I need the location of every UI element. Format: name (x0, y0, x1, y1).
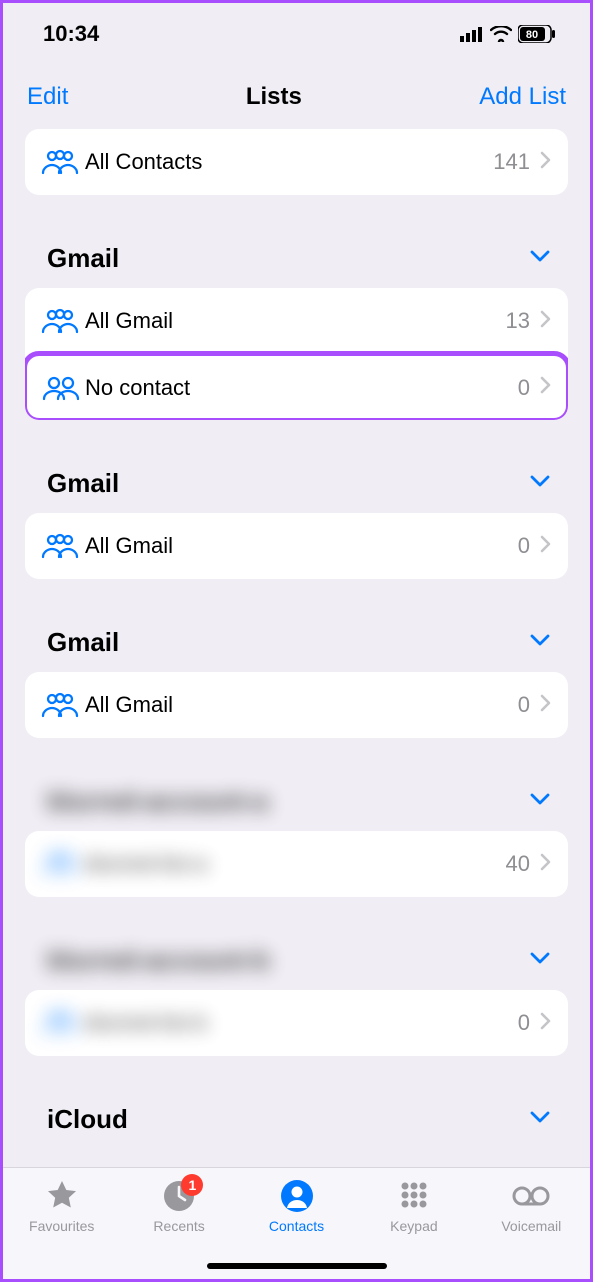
people-three-icon (41, 692, 85, 718)
section-header[interactable]: blurred-account-a (25, 762, 568, 831)
tab-contacts[interactable]: Contacts (238, 1178, 355, 1234)
list-row[interactable]: All Gmail0 (25, 672, 568, 738)
nav-header: Edit Lists Add List (3, 57, 590, 129)
row-label: All Gmail (85, 308, 506, 334)
tab-label: Voicemail (501, 1218, 561, 1234)
tab-favourites[interactable]: Favourites (3, 1178, 120, 1234)
tab-voicemail[interactable]: Voicemail (473, 1178, 590, 1234)
cellular-icon (460, 26, 484, 42)
row-count: 0 (518, 692, 530, 718)
section-card: All Gmail0 (25, 513, 568, 579)
list-row[interactable]: blurred-list-a40 (25, 831, 568, 897)
chevron-right-icon (540, 151, 552, 174)
list-row[interactable]: blurred-list-b0 (25, 990, 568, 1056)
tab-label: Favourites (29, 1218, 94, 1234)
row-count: 40 (506, 851, 530, 877)
section-title: Gmail (47, 627, 119, 658)
lists-container: All Contacts 141 GmailAll Gmail13No cont… (3, 129, 590, 1149)
section: iCloud (25, 1080, 568, 1149)
row-label: All Contacts (85, 149, 493, 175)
section-title: iCloud (47, 1104, 128, 1135)
section-title: blurred-account-b (47, 945, 269, 976)
row-label: All Gmail (85, 533, 518, 559)
section-card: blurred-list-b0 (25, 990, 568, 1056)
section-card: All Gmail0 (25, 672, 568, 738)
chevron-down-icon (530, 1110, 564, 1129)
chevron-right-icon (540, 376, 552, 399)
all-contacts-card: All Contacts 141 (25, 129, 568, 195)
row-count: 0 (518, 375, 530, 401)
chevron-down-icon (530, 792, 564, 811)
section-header[interactable]: Gmail (25, 444, 568, 513)
tab-label: Contacts (269, 1218, 324, 1234)
section-title: blurred-account-a (47, 786, 268, 817)
section: blurred-account-a blurred-list-a40 (25, 762, 568, 897)
chevron-down-icon (530, 249, 564, 268)
list-row[interactable]: All Gmail13 (25, 288, 568, 354)
tab-label: Recents (153, 1218, 204, 1234)
row-label: blurred-list-a (85, 851, 506, 877)
section-card: blurred-list-a40 (25, 831, 568, 897)
chevron-down-icon (530, 633, 564, 652)
chevron-right-icon (540, 1012, 552, 1035)
section-card: All Gmail13No contact0 (25, 288, 568, 420)
voicemail-icon (511, 1178, 551, 1214)
wifi-icon (490, 26, 512, 42)
status-time: 10:34 (43, 21, 99, 47)
section-title: Gmail (47, 468, 119, 499)
status-right: 80 (460, 25, 556, 43)
people-three-icon (41, 308, 85, 334)
keypad-icon (397, 1178, 431, 1214)
row-count: 13 (506, 308, 530, 334)
chevron-right-icon (540, 694, 552, 717)
row-count: 0 (518, 1010, 530, 1036)
svg-text:80: 80 (526, 29, 538, 41)
contact-icon (280, 1178, 314, 1214)
home-indicator (207, 1263, 387, 1269)
chevron-down-icon (530, 474, 564, 493)
section-header[interactable]: iCloud (25, 1080, 568, 1149)
chevron-down-icon (530, 951, 564, 970)
tab-recents[interactable]: 1 Recents (120, 1178, 237, 1234)
row-label: All Gmail (85, 692, 518, 718)
row-label: No contact (85, 375, 518, 401)
recents-badge: 1 (181, 1174, 203, 1196)
section: Gmail All Gmail0 (25, 444, 568, 579)
star-icon (45, 1178, 79, 1214)
row-count: 141 (493, 149, 530, 175)
row-label: blurred-list-b (85, 1010, 518, 1036)
chevron-right-icon (540, 853, 552, 876)
battery-icon: 80 (518, 25, 556, 43)
add-list-button[interactable]: Add List (479, 83, 566, 111)
section: GmailAll Gmail13No contact0 (25, 219, 568, 420)
edit-button[interactable]: Edit (27, 83, 68, 111)
chevron-right-icon (540, 535, 552, 558)
people-three-icon (41, 149, 85, 175)
people-three-icon (41, 1010, 85, 1036)
section-title: Gmail (47, 243, 119, 274)
people-three-icon (41, 533, 85, 559)
tab-keypad[interactable]: Keypad (355, 1178, 472, 1234)
status-bar: 10:34 80 (3, 3, 590, 57)
tab-label: Keypad (390, 1218, 437, 1234)
section-header[interactable]: Gmail (25, 219, 568, 288)
people-three-icon (41, 851, 85, 877)
list-row[interactable]: All Gmail0 (25, 513, 568, 579)
section: blurred-account-b blurred-list-b0 (25, 921, 568, 1056)
section-header[interactable]: blurred-account-b (25, 921, 568, 990)
row-count: 0 (518, 533, 530, 559)
section-header[interactable]: Gmail (25, 603, 568, 672)
section: Gmail All Gmail0 (25, 603, 568, 738)
all-contacts-row[interactable]: All Contacts 141 (25, 129, 568, 195)
list-row[interactable]: No contact0 (25, 354, 568, 420)
people-two-icon (41, 375, 85, 401)
page-title: Lists (246, 83, 302, 111)
chevron-right-icon (540, 310, 552, 333)
